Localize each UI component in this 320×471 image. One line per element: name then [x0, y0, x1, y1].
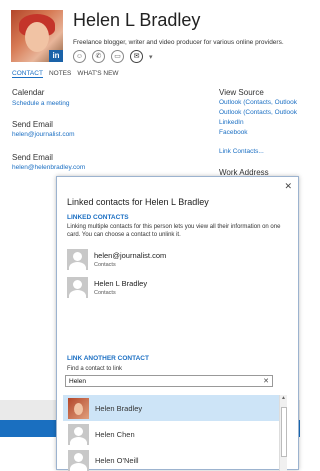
calendar-title: Calendar: [12, 88, 45, 97]
send-email-title: Send Email: [12, 120, 53, 129]
list-item[interactable]: Helen O'Neill: [63, 447, 279, 471]
link-contacts-link[interactable]: Link Contacts...: [219, 148, 264, 155]
schedule-meeting-link[interactable]: Schedule a meeting: [12, 100, 69, 107]
video-icon[interactable]: ▭: [111, 50, 124, 63]
dialog-description: Linking multiple contacts for this perso…: [67, 224, 281, 238]
chat-icon[interactable]: ☺: [73, 50, 86, 63]
linked-contact-item[interactable]: helen@journalist.com Contacts: [67, 249, 166, 270]
linked-contacts-heading: LINKED CONTACTS: [67, 214, 129, 221]
person-placeholder-icon: [67, 249, 88, 270]
linked-contact-name: helen@journalist.com: [94, 251, 167, 260]
source-link-linkedin[interactable]: LinkedIn: [219, 119, 244, 126]
contact-name: Helen L Bradley: [73, 10, 201, 30]
contact-actions: ☺ ✆ ▭ ✉ ▾: [73, 50, 153, 63]
tab-contact[interactable]: CONTACT: [12, 70, 43, 78]
more-options-icon[interactable]: ▾: [149, 53, 153, 61]
list-item[interactable]: Helen Bradley: [63, 395, 279, 421]
result-name: Helen Chen: [95, 429, 135, 439]
linked-contact-item[interactable]: Helen L Bradley Contacts: [67, 277, 147, 298]
close-icon[interactable]: ✕: [284, 181, 292, 192]
contact-photo: [68, 397, 89, 419]
phone-icon[interactable]: ✆: [92, 50, 105, 63]
scrollbar-thumb[interactable]: [281, 407, 287, 457]
search-value: Helen: [69, 377, 86, 385]
source-link-outlook-1[interactable]: Outlook (Contacts, Outlook: [219, 99, 297, 106]
source-link-facebook[interactable]: Facebook: [219, 129, 248, 136]
list-item[interactable]: Helen Chen: [63, 421, 279, 447]
scroll-up-icon[interactable]: ▲: [280, 395, 287, 401]
search-results-list: Helen Bradley Helen Chen Helen O'Neill: [63, 395, 279, 471]
result-name: Helen O'Neill: [95, 455, 139, 465]
find-contact-label: Find a contact to link: [67, 366, 123, 372]
linked-contacts-dialog: ✕ Linked contacts for Helen L Bradley LI…: [56, 176, 299, 471]
contact-tabs: CONTACT NOTES WHAT'S NEW: [12, 70, 119, 78]
source-link-outlook-2[interactable]: Outlook (Contacts, Outlook: [219, 109, 297, 116]
email-icon[interactable]: ✉: [130, 50, 143, 63]
person-placeholder-icon: [68, 449, 89, 471]
tab-whats-new[interactable]: WHAT'S NEW: [77, 70, 118, 78]
view-source-title: View Source: [219, 88, 264, 97]
email-link-2[interactable]: helen@helenbradley.com: [12, 164, 85, 171]
linked-contact-name: Helen L Bradley: [94, 279, 148, 288]
send-email-title-2: Send Email: [12, 153, 53, 162]
link-another-heading: LINK ANOTHER CONTACT: [67, 355, 149, 362]
linked-contact-source: Contacts: [94, 290, 116, 296]
result-name: Helen Bradley: [95, 403, 143, 413]
clear-search-icon[interactable]: ✕: [263, 377, 269, 385]
tab-notes[interactable]: NOTES: [49, 70, 71, 78]
person-placeholder-icon: [67, 277, 88, 298]
person-placeholder-icon: [68, 423, 89, 445]
contact-search-input[interactable]: Helen ✕: [65, 375, 273, 387]
email-link-1[interactable]: helen@journalist.com: [12, 131, 75, 138]
dialog-title: Linked contacts for Helen L Bradley: [67, 197, 209, 207]
results-scrollbar[interactable]: ▲: [279, 395, 287, 471]
contact-bio: Freelance blogger, writer and video prod…: [73, 39, 284, 46]
linkedin-badge-icon: in: [49, 50, 63, 62]
linked-contact-source: Contacts: [94, 262, 116, 268]
contact-avatar: in: [11, 10, 63, 62]
